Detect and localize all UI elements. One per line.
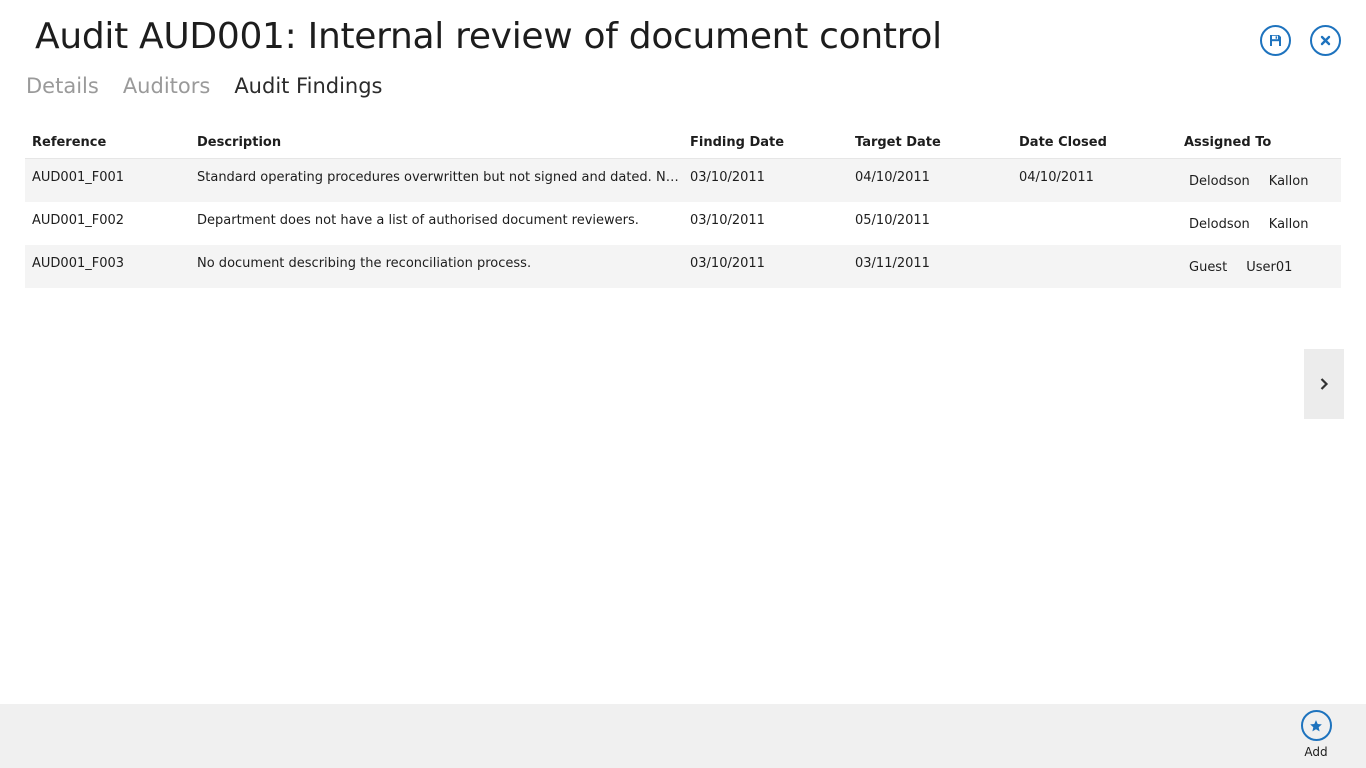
cell-target-date: 03/11/2011 (855, 256, 930, 271)
page-title: Audit AUD001: Internal review of documen… (35, 16, 942, 57)
assignee-last-name: Kallon (1268, 217, 1309, 232)
assignee-name: Delodson Kallon (1189, 217, 1308, 232)
assignee-first-name: Delodson (1189, 217, 1250, 232)
cell-finding-date: 03/10/2011 (690, 170, 765, 185)
column-header-target-date[interactable]: Target Date (848, 128, 1012, 158)
table-body: AUD001_F001 Standard operating procedure… (25, 159, 1341, 288)
assignee-last-name: User01 (1246, 260, 1293, 275)
add-label: Add (1304, 745, 1328, 759)
tab-audit-findings[interactable]: Audit Findings (234, 74, 382, 98)
cell-date-closed (1012, 202, 1177, 245)
table-row[interactable]: AUD001_F001 Standard operating procedure… (25, 159, 1341, 202)
cell-reference: AUD001_F002 (32, 213, 125, 228)
audit-page: Audit AUD001: Internal review of documen… (0, 0, 1366, 768)
cell-target-date: 04/10/2011 (855, 170, 930, 185)
save-icon (1270, 35, 1281, 46)
cell-reference: AUD001_F003 (32, 256, 125, 271)
assignee-name: Guest User01 (1189, 260, 1292, 275)
column-header-date-closed[interactable]: Date Closed (1012, 128, 1177, 158)
tab-bar: Details Auditors Audit Findings (26, 74, 383, 98)
cell-description: Department does not have a list of autho… (197, 213, 639, 228)
column-header-reference[interactable]: Reference (25, 128, 190, 158)
cell-date-closed: 04/10/2011 (1019, 170, 1094, 185)
star-icon (1310, 719, 1322, 731)
header-actions (1260, 25, 1341, 56)
tab-auditors[interactable]: Auditors (123, 74, 211, 98)
app-bar: Add (0, 704, 1366, 768)
cell-target-date: 05/10/2011 (855, 213, 930, 228)
cell-finding-date: 03/10/2011 (690, 256, 765, 271)
cell-description: Standard operating procedures overwritte… (197, 170, 683, 185)
assignee-last-name: Kallon (1268, 174, 1309, 189)
column-header-finding-date[interactable]: Finding Date (683, 128, 848, 158)
cell-finding-date: 03/10/2011 (690, 213, 765, 228)
next-page-button[interactable] (1304, 349, 1344, 419)
tab-details[interactable]: Details (26, 74, 99, 98)
close-icon (1320, 35, 1331, 46)
cell-assigned-to: Delodson Kallon (1177, 202, 1341, 245)
findings-table: Reference Description Finding Date Targe… (25, 128, 1341, 288)
chevron-right-icon (1320, 378, 1329, 390)
cell-description: No document describing the reconciliatio… (197, 256, 532, 271)
assignee-first-name: Guest (1189, 260, 1228, 275)
assignee-first-name: Delodson (1189, 174, 1250, 189)
cell-date-closed (1012, 245, 1177, 288)
cell-assigned-to: Delodson Kallon (1177, 159, 1341, 202)
add-button[interactable]: Add (1296, 710, 1336, 759)
cell-assigned-to: Guest User01 (1177, 245, 1341, 288)
assignee-name: Delodson Kallon (1189, 174, 1308, 189)
close-button[interactable] (1310, 25, 1341, 56)
table-row[interactable]: AUD001_F003 No document describing the r… (25, 245, 1341, 288)
cell-reference: AUD001_F001 (32, 170, 125, 185)
add-button-circle[interactable] (1300, 710, 1332, 741)
column-header-assigned-to[interactable]: Assigned To (1177, 128, 1341, 158)
table-header: Reference Description Finding Date Targe… (25, 128, 1341, 159)
save-button[interactable] (1260, 25, 1291, 56)
table-row[interactable]: AUD001_F002 Department does not have a l… (25, 202, 1341, 245)
column-header-description[interactable]: Description (190, 128, 683, 158)
